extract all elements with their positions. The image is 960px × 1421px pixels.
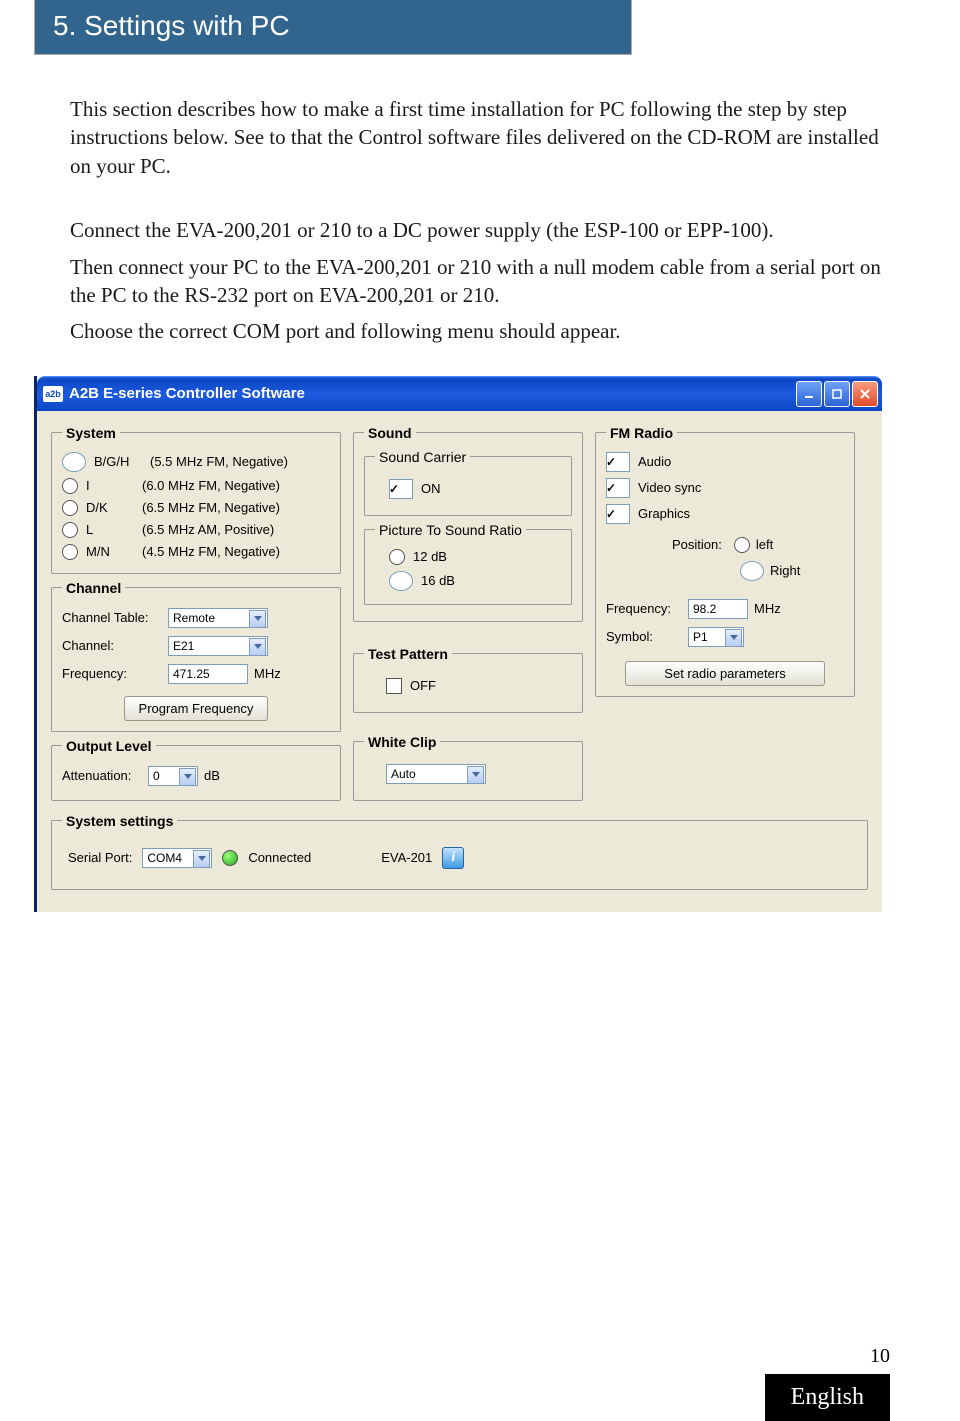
channel-label: Channel: bbox=[62, 638, 162, 653]
frequency-label: Frequency: bbox=[62, 666, 162, 681]
paragraph: This section describes how to make a fir… bbox=[70, 95, 890, 180]
channel-table-label: Channel Table: bbox=[62, 610, 162, 625]
serial-port-select[interactable]: COM4 bbox=[142, 848, 212, 868]
body-text: This section describes how to make a fir… bbox=[70, 95, 890, 346]
attenuation-select[interactable]: 0 bbox=[148, 766, 198, 786]
chevron-down-icon bbox=[179, 768, 196, 786]
chevron-down-icon bbox=[725, 629, 742, 647]
sound-group: Sound Sound Carrier ON Picture To Sound … bbox=[353, 425, 583, 622]
radio-icon bbox=[62, 478, 78, 494]
fm-frequency-label: Frequency: bbox=[606, 601, 682, 616]
system-option[interactable]: M/N (4.5 MHz FM, Negative) bbox=[62, 541, 330, 563]
info-icon[interactable]: i bbox=[442, 847, 464, 869]
paragraph: Choose the correct COM port and followin… bbox=[70, 317, 890, 345]
minimize-button[interactable] bbox=[796, 381, 822, 407]
channel-table-select[interactable]: Remote bbox=[168, 608, 268, 628]
radio-icon bbox=[389, 571, 413, 591]
fm-radio-group: FM Radio Audio Video sync Graphics P bbox=[595, 425, 855, 697]
checkbox-icon bbox=[606, 452, 630, 472]
sound-carrier-on[interactable]: ON bbox=[375, 473, 561, 505]
system-group: System B/G/H (5.5 MHz FM, Negative) I (6… bbox=[51, 425, 341, 574]
fm-video-sync-check[interactable]: Video sync bbox=[606, 475, 844, 501]
window-titlebar: a2b A2B E-series Controller Software bbox=[37, 376, 882, 411]
channel-group: Channel Channel Table: Remote Channel: E… bbox=[51, 580, 341, 732]
frequency-input[interactable]: 471.25 bbox=[168, 664, 248, 684]
attenuation-unit: dB bbox=[204, 768, 220, 783]
ratio-option[interactable]: 12 dB bbox=[375, 546, 561, 568]
set-radio-parameters-button[interactable]: Set radio parameters bbox=[625, 661, 825, 686]
checkbox-icon bbox=[389, 479, 413, 499]
test-pattern-off[interactable]: OFF bbox=[364, 670, 572, 702]
fm-symbol-select[interactable]: P1 bbox=[688, 627, 744, 647]
radio-icon bbox=[62, 500, 78, 516]
system-option[interactable]: B/G/H (5.5 MHz FM, Negative) bbox=[62, 449, 330, 475]
fm-audio-check[interactable]: Audio bbox=[606, 449, 844, 475]
checkbox-icon bbox=[386, 678, 402, 694]
radio-icon bbox=[62, 452, 86, 472]
position-label: Position: bbox=[672, 537, 722, 552]
picture-sound-ratio-group: Picture To Sound Ratio 12 dB 16 dB bbox=[364, 522, 572, 605]
serial-port-label: Serial Port: bbox=[68, 850, 132, 865]
test-pattern-legend: Test Pattern bbox=[364, 646, 452, 662]
fm-radio-legend: FM Radio bbox=[606, 425, 677, 441]
fm-symbol-label: Symbol: bbox=[606, 629, 682, 644]
system-option[interactable]: I (6.0 MHz FM, Negative) bbox=[62, 475, 330, 497]
white-clip-legend: White Clip bbox=[364, 734, 440, 750]
chevron-down-icon bbox=[249, 610, 266, 628]
application-screenshot: a2b A2B E-series Controller Software Sys… bbox=[34, 376, 882, 912]
language-badge: English bbox=[765, 1374, 890, 1421]
device-name: EVA-201 bbox=[381, 850, 432, 865]
ratio-option[interactable]: 16 dB bbox=[375, 568, 561, 594]
output-level-legend: Output Level bbox=[62, 738, 156, 754]
output-level-group: Output Level Attenuation: 0 dB bbox=[51, 738, 341, 801]
frequency-unit: MHz bbox=[254, 666, 281, 681]
chevron-down-icon bbox=[249, 638, 266, 656]
maximize-button[interactable] bbox=[824, 381, 850, 407]
radio-icon bbox=[62, 544, 78, 560]
test-pattern-group: Test Pattern OFF bbox=[353, 646, 583, 713]
channel-legend: Channel bbox=[62, 580, 125, 596]
chevron-down-icon bbox=[193, 850, 210, 868]
checkbox-icon bbox=[606, 478, 630, 498]
connection-status: Connected bbox=[248, 850, 311, 865]
section-heading: 5. Settings with PC bbox=[34, 0, 632, 55]
sound-carrier-group: Sound Carrier ON bbox=[364, 449, 572, 516]
sound-legend: Sound bbox=[364, 425, 416, 441]
close-button[interactable] bbox=[852, 381, 878, 407]
fm-frequency-unit: MHz bbox=[754, 601, 781, 616]
radio-icon[interactable] bbox=[740, 561, 764, 581]
radio-icon bbox=[62, 522, 78, 538]
connection-status-icon bbox=[222, 850, 238, 866]
program-frequency-button[interactable]: Program Frequency bbox=[124, 696, 269, 721]
sound-carrier-legend: Sound Carrier bbox=[375, 449, 470, 465]
chevron-down-icon bbox=[467, 766, 484, 784]
ratio-legend: Picture To Sound Ratio bbox=[375, 522, 526, 538]
window-title: A2B E-series Controller Software bbox=[69, 385, 796, 402]
radio-icon[interactable] bbox=[734, 537, 750, 553]
fm-frequency-input[interactable]: 98.2 bbox=[688, 599, 748, 619]
app-icon: a2b bbox=[43, 386, 63, 402]
attenuation-label: Attenuation: bbox=[62, 768, 142, 783]
system-option[interactable]: D/K (6.5 MHz FM, Negative) bbox=[62, 497, 330, 519]
white-clip-group: White Clip Auto bbox=[353, 734, 583, 801]
paragraph: Then connect your PC to the EVA-200,201 … bbox=[70, 253, 890, 310]
white-clip-select[interactable]: Auto bbox=[386, 764, 486, 784]
system-settings-group: System settings Serial Port: COM4 Connec… bbox=[51, 813, 868, 890]
checkbox-icon bbox=[606, 504, 630, 524]
channel-select[interactable]: E21 bbox=[168, 636, 268, 656]
system-option[interactable]: L (6.5 MHz AM, Positive) bbox=[62, 519, 330, 541]
paragraph: Connect the EVA-200,201 or 210 to a DC p… bbox=[70, 216, 890, 244]
system-legend: System bbox=[62, 425, 120, 441]
fm-graphics-check[interactable]: Graphics bbox=[606, 501, 844, 527]
radio-icon bbox=[389, 549, 405, 565]
page-number: 10 bbox=[765, 1345, 890, 1368]
system-settings-legend: System settings bbox=[62, 813, 177, 829]
